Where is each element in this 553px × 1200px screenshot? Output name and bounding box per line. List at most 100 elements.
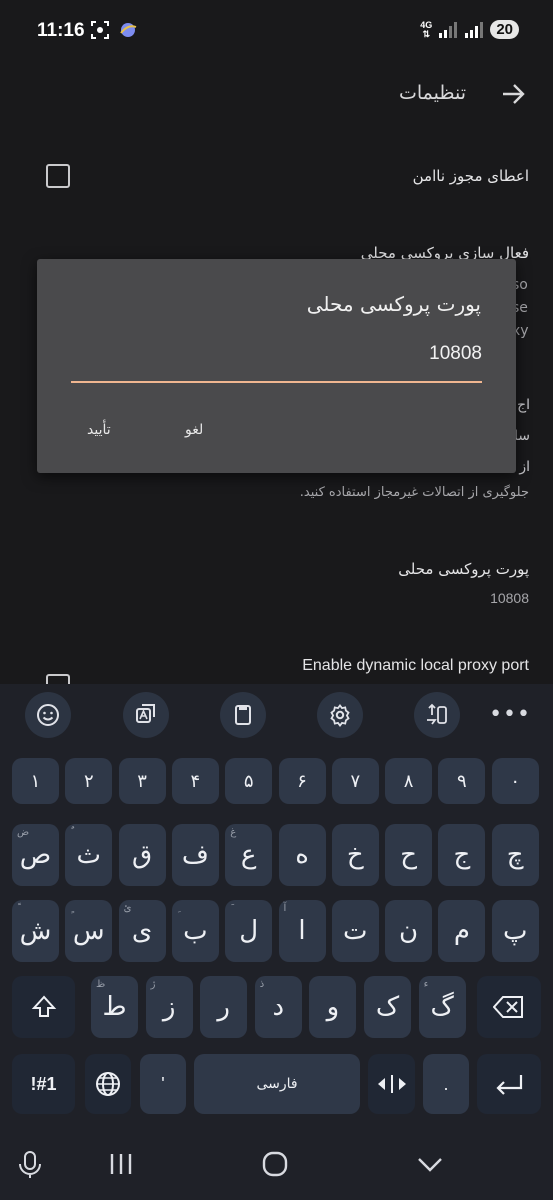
- letter-key[interactable]: خ: [331, 824, 379, 886]
- letter-key[interactable]: ج: [438, 824, 486, 886]
- mode-switch-button[interactable]: [414, 692, 460, 738]
- letter-key[interactable]: عغ: [225, 824, 273, 886]
- letter-key[interactable]: طظ: [91, 976, 138, 1038]
- number-key[interactable]: ۳: [118, 758, 166, 804]
- letter-key[interactable]: پ: [491, 900, 539, 962]
- period-key[interactable]: .: [423, 1054, 469, 1114]
- more-options-icon[interactable]: •••: [489, 702, 531, 727]
- comma-key[interactable]: ': [140, 1054, 186, 1114]
- screenshot-icon: [91, 21, 109, 39]
- letter-key[interactable]: زژ: [145, 976, 193, 1038]
- home-icon[interactable]: [261, 1150, 289, 1178]
- number-key[interactable]: ۱: [12, 758, 59, 804]
- shift-key[interactable]: [12, 976, 75, 1038]
- letter-key[interactable]: ثٌ: [65, 824, 113, 886]
- key-label: ح: [400, 840, 417, 870]
- number-key[interactable]: ۲: [65, 758, 113, 804]
- emoji-button[interactable]: [25, 692, 71, 738]
- clipboard-button[interactable]: [220, 692, 266, 738]
- setting-title: پورت پروکسی محلی: [398, 560, 529, 578]
- number-key[interactable]: ۰: [491, 758, 539, 804]
- letter-key[interactable]: لَ: [225, 900, 273, 962]
- settings-button[interactable]: [317, 692, 363, 738]
- back-chevron-icon[interactable]: [416, 1150, 444, 1178]
- key-label: ش: [19, 916, 52, 946]
- app-bar: تنظیمات: [0, 64, 553, 124]
- space-key[interactable]: فارسی: [194, 1054, 360, 1114]
- confirm-button[interactable]: تأیید: [87, 422, 111, 438]
- keyboard: ••• ۱۲۳۴۵۶۷۸۹۰ صضثٌ قف عغهخح جچ شًسٍیئبِلَا…: [0, 684, 553, 1126]
- letter-key[interactable]: اآ: [278, 900, 326, 962]
- letter-key[interactable]: ه: [278, 824, 326, 886]
- number-key[interactable]: ۶: [278, 758, 326, 804]
- setting-dynamic-port[interactable]: Enable dynamic local proxy port: [302, 657, 529, 675]
- enter-key[interactable]: [477, 1054, 541, 1114]
- shift-arrow-icon: [31, 995, 56, 1017]
- letter-key[interactable]: دذ: [254, 976, 302, 1038]
- key-label: ج: [453, 840, 471, 870]
- number-key[interactable]: ۴: [171, 758, 219, 804]
- insecure-checkbox[interactable]: [46, 164, 70, 188]
- letter-key[interactable]: ر: [200, 976, 248, 1038]
- page-title: تنظیمات: [398, 82, 466, 104]
- key-label: م: [453, 916, 470, 946]
- back-arrow-icon[interactable]: [499, 80, 527, 108]
- number-key[interactable]: ۸: [385, 758, 433, 804]
- cursor-key[interactable]: [368, 1054, 415, 1114]
- signal-icon: [439, 21, 458, 38]
- letter-key[interactable]: سٍ: [65, 900, 113, 962]
- clipboard-icon: [235, 705, 251, 725]
- key-hint: ظ: [96, 979, 106, 990]
- number-key[interactable]: ۹: [438, 758, 486, 804]
- translate-icon: [136, 704, 155, 723]
- key-hint: ذ: [259, 979, 265, 990]
- language-key[interactable]: [85, 1054, 131, 1114]
- key-label: ف: [181, 840, 209, 870]
- letter-key[interactable]: ف: [171, 824, 219, 886]
- letter-key[interactable]: ق: [118, 824, 166, 886]
- letter-key[interactable]: گء: [418, 976, 466, 1038]
- symbols-key[interactable]: !#1: [12, 1054, 75, 1114]
- key-label: ت: [343, 916, 368, 946]
- letter-key[interactable]: ن: [385, 900, 433, 962]
- microphone-icon[interactable]: [17, 1150, 43, 1180]
- letter-row-2: شًسٍیئبِلَاآ تنمپ: [12, 900, 541, 962]
- cursor-move-icon: [377, 1075, 406, 1093]
- signal-icon-2: [465, 21, 484, 38]
- backspace-icon: [493, 996, 523, 1018]
- setting-auth-fragment: اج سا از: [514, 397, 530, 475]
- number-key[interactable]: ۷: [331, 758, 379, 804]
- key-hint: ژ: [150, 979, 156, 990]
- setting-insecure[interactable]: اعطای مجوز ناامن: [413, 167, 529, 185]
- backspace-key[interactable]: [477, 976, 541, 1038]
- letter-row-1: صضثٌ قف عغهخح جچ: [12, 824, 541, 886]
- key-label: ق: [132, 840, 153, 870]
- letter-key[interactable]: یئ: [118, 900, 166, 962]
- letter-key[interactable]: صض: [12, 824, 59, 886]
- key-label: ث: [76, 840, 102, 870]
- letter-key[interactable]: م: [438, 900, 486, 962]
- setting-auth-desc: جلوگیری از اتصالات غیرمجاز استفاده کنید.: [299, 485, 529, 500]
- letter-key[interactable]: چ: [491, 824, 539, 886]
- letter-key[interactable]: ح: [385, 824, 433, 886]
- letter-key[interactable]: شً: [12, 900, 59, 962]
- dynamic-port-checkbox[interactable]: [46, 674, 70, 684]
- emoji-icon: [37, 704, 59, 726]
- letter-key[interactable]: بِ: [171, 900, 219, 962]
- cancel-button[interactable]: لغو: [185, 422, 203, 438]
- enter-icon: [496, 1075, 523, 1095]
- recent-apps-icon[interactable]: [108, 1150, 134, 1178]
- port-input[interactable]: 10808: [71, 341, 482, 383]
- key-label: ز: [162, 992, 176, 1022]
- key-label: ب: [183, 916, 208, 946]
- letter-key[interactable]: ت: [331, 900, 379, 962]
- setting-title: اعطای مجوز ناامن: [412, 167, 529, 185]
- number-key[interactable]: ۵: [225, 758, 273, 804]
- status-time: 11:16: [37, 20, 85, 41]
- letter-key[interactable]: و: [309, 976, 357, 1038]
- letter-key[interactable]: ک: [364, 976, 411, 1038]
- key-label: ی: [131, 916, 153, 946]
- translate-button[interactable]: [123, 692, 169, 738]
- status-bar: 11:16 4G ⇅ 20: [0, 0, 553, 64]
- setting-proxy-port[interactable]: پورت پروکسی محلی 10808: [398, 560, 529, 606]
